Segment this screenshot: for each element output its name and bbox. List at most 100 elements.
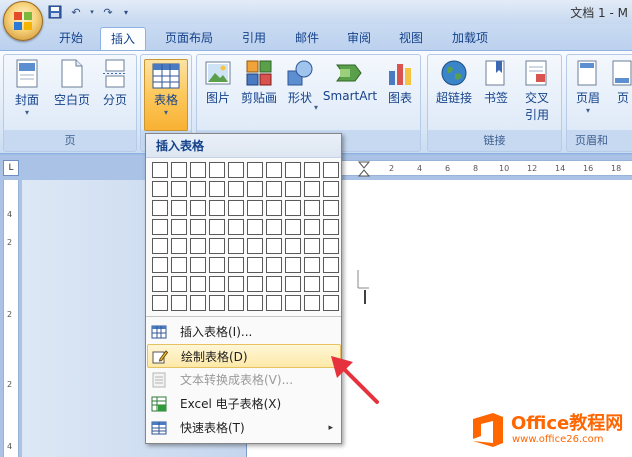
grid-cell[interactable]	[323, 238, 339, 254]
grid-cell[interactable]	[304, 257, 320, 273]
bookmark-button[interactable]: 书签	[479, 59, 513, 106]
grid-cell[interactable]	[285, 219, 301, 235]
grid-cell[interactable]	[247, 162, 263, 178]
grid-cell[interactable]	[190, 219, 206, 235]
cross-reference-button[interactable]: 交叉 引用	[517, 59, 557, 123]
chart-button[interactable]: 图表	[383, 59, 417, 106]
grid-cell[interactable]	[152, 276, 168, 292]
grid-cell[interactable]	[266, 200, 282, 216]
grid-cell[interactable]	[285, 257, 301, 273]
indent-marker-icon[interactable]	[358, 161, 370, 177]
quick-tables-item[interactable]: 快速表格(T) ▸	[147, 416, 341, 440]
grid-cell[interactable]	[266, 181, 282, 197]
footer-button[interactable]: 页	[611, 59, 632, 106]
grid-cell[interactable]	[171, 181, 187, 197]
grid-cell[interactable]	[323, 181, 339, 197]
grid-cell[interactable]	[171, 276, 187, 292]
grid-cell[interactable]	[228, 276, 244, 292]
shapes-button[interactable]: 形状 ▾	[283, 59, 318, 112]
table-button[interactable]: 表格 ▾	[144, 59, 188, 131]
grid-cell[interactable]	[247, 295, 263, 311]
page-break-button[interactable]: 分页	[96, 59, 134, 108]
draw-table-item[interactable]: 绘制表格(D)	[147, 344, 341, 368]
grid-cell[interactable]	[304, 162, 320, 178]
grid-cell[interactable]	[209, 238, 225, 254]
grid-cell[interactable]	[304, 276, 320, 292]
grid-cell[interactable]	[247, 181, 263, 197]
tab-view[interactable]: 视图	[389, 27, 433, 50]
grid-cell[interactable]	[285, 200, 301, 216]
grid-cell[interactable]	[247, 219, 263, 235]
grid-cell[interactable]	[266, 219, 282, 235]
grid-cell[interactable]	[323, 162, 339, 178]
grid-cell[interactable]	[152, 181, 168, 197]
grid-cell[interactable]	[323, 200, 339, 216]
hyperlink-button[interactable]: 超链接	[431, 59, 477, 106]
redo-icon[interactable]: ↷	[99, 3, 117, 21]
insert-table-item[interactable]: 插入表格(I)...	[147, 320, 341, 344]
grid-cell[interactable]	[228, 181, 244, 197]
grid-cell[interactable]	[209, 200, 225, 216]
grid-cell[interactable]	[228, 238, 244, 254]
grid-cell[interactable]	[304, 238, 320, 254]
grid-cell[interactable]	[228, 257, 244, 273]
grid-cell[interactable]	[228, 295, 244, 311]
grid-cell[interactable]	[304, 219, 320, 235]
grid-cell[interactable]	[304, 295, 320, 311]
grid-cell[interactable]	[285, 181, 301, 197]
grid-cell[interactable]	[171, 295, 187, 311]
grid-cell[interactable]	[171, 219, 187, 235]
save-icon[interactable]	[46, 3, 64, 21]
cover-page-button[interactable]: 封面 ▾	[8, 59, 46, 118]
grid-cell[interactable]	[209, 181, 225, 197]
smartart-button[interactable]: SmartArt	[321, 59, 379, 103]
clipart-button[interactable]: 剪贴画	[237, 59, 281, 106]
grid-cell[interactable]	[152, 219, 168, 235]
grid-cell[interactable]	[228, 200, 244, 216]
tab-insert[interactable]: 插入	[100, 27, 147, 50]
grid-cell[interactable]	[209, 276, 225, 292]
grid-cell[interactable]	[323, 276, 339, 292]
tab-references[interactable]: 引用	[232, 27, 276, 50]
grid-cell[interactable]	[171, 238, 187, 254]
grid-cell[interactable]	[171, 162, 187, 178]
picture-button[interactable]: 图片	[201, 59, 235, 106]
grid-cell[interactable]	[228, 219, 244, 235]
grid-cell[interactable]	[171, 257, 187, 273]
grid-cell[interactable]	[209, 295, 225, 311]
tab-selector[interactable]: L	[3, 160, 19, 176]
tab-addins[interactable]: 加载项	[442, 27, 498, 50]
grid-cell[interactable]	[323, 295, 339, 311]
blank-page-button[interactable]: 空白页	[50, 59, 94, 108]
excel-spreadsheet-item[interactable]: Excel 电子表格(X)	[147, 392, 341, 416]
grid-cell[interactable]	[266, 295, 282, 311]
grid-cell[interactable]	[152, 238, 168, 254]
grid-cell[interactable]	[228, 162, 244, 178]
undo-icon[interactable]: ↶	[67, 3, 85, 21]
tab-home[interactable]: 开始	[49, 27, 93, 50]
tab-mailings[interactable]: 邮件	[285, 27, 329, 50]
grid-cell[interactable]	[171, 200, 187, 216]
grid-cell[interactable]	[190, 162, 206, 178]
grid-cell[interactable]	[266, 257, 282, 273]
dropdown-small-icon[interactable]: ▾	[88, 3, 96, 21]
office-button[interactable]	[3, 1, 43, 41]
grid-cell[interactable]	[323, 219, 339, 235]
grid-cell[interactable]	[285, 238, 301, 254]
grid-cell[interactable]	[152, 295, 168, 311]
grid-cell[interactable]	[247, 276, 263, 292]
grid-cell[interactable]	[190, 276, 206, 292]
grid-cell[interactable]	[152, 200, 168, 216]
grid-cell[interactable]	[190, 200, 206, 216]
grid-cell[interactable]	[266, 276, 282, 292]
customize-qat-icon[interactable]: ▾	[120, 3, 132, 21]
horizontal-ruler[interactable]: 2 4 6 8 10 12 14 16 18	[340, 160, 632, 177]
grid-cell[interactable]	[190, 181, 206, 197]
grid-cell[interactable]	[266, 238, 282, 254]
grid-cell[interactable]	[304, 200, 320, 216]
grid-cell[interactable]	[152, 162, 168, 178]
grid-cell[interactable]	[323, 257, 339, 273]
grid-cell[interactable]	[247, 238, 263, 254]
grid-cell[interactable]	[266, 162, 282, 178]
convert-text-item[interactable]: 文本转换成表格(V)...	[147, 368, 341, 392]
